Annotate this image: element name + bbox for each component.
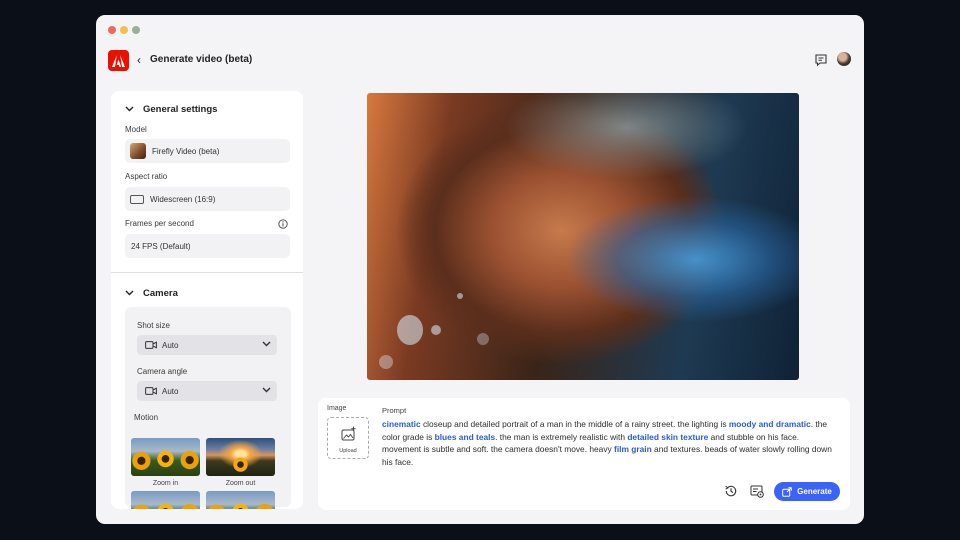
- aspect-ratio-picker[interactable]: Widescreen (16:9): [125, 187, 290, 211]
- camera-angle-label: Camera angle: [137, 367, 188, 376]
- prompt-keyword: cinematic: [382, 419, 421, 429]
- motion-option-thumbnail[interactable]: [206, 491, 275, 509]
- generate-button[interactable]: Generate: [774, 482, 840, 501]
- water-drop: [431, 325, 441, 335]
- water-drop: [457, 293, 463, 299]
- fps-label: Frames per second: [125, 219, 194, 228]
- model-picker[interactable]: Firefly Video (beta): [125, 139, 290, 163]
- chevron-down-icon: [125, 104, 137, 114]
- adobe-logo[interactable]: [108, 50, 129, 71]
- video-camera-icon: [145, 341, 157, 349]
- prompt-keyword: film grain: [614, 444, 652, 454]
- motion-option-label: Zoom in: [152, 480, 179, 487]
- aspect-ratio-label: Aspect ratio: [125, 172, 168, 181]
- divider: [111, 272, 303, 273]
- window-titlebar: [96, 15, 864, 45]
- generate-label: Generate: [797, 487, 832, 496]
- app-window: ‹ Generate video (beta) General settings…: [96, 15, 864, 524]
- camera-section-header[interactable]: Camera: [125, 288, 178, 299]
- motion-label: Motion: [134, 413, 159, 422]
- window-minimize-button[interactable]: [120, 26, 128, 34]
- image-upload-button[interactable]: Upload: [327, 417, 369, 459]
- window-maximize-button[interactable]: [132, 26, 140, 34]
- info-icon[interactable]: [278, 219, 288, 229]
- prompt-keyword: moody and dramatic: [728, 419, 811, 429]
- motion-zoom-out-thumbnail[interactable]: [206, 438, 275, 476]
- prompt-label: Prompt: [382, 406, 407, 415]
- window-close-button[interactable]: [108, 26, 116, 34]
- camera-angle-value: Auto: [162, 386, 179, 396]
- fps-picker[interactable]: 24 FPS (Default): [125, 234, 290, 258]
- app-header: ‹ Generate video (beta): [96, 45, 864, 85]
- settings-panel: General settings Model Firefly Video (be…: [111, 91, 303, 509]
- prompt-keyword: detailed skin texture: [627, 431, 709, 442]
- camera-angle-select[interactable]: Auto: [137, 381, 277, 401]
- water-drop: [397, 315, 423, 345]
- video-camera-icon: [145, 387, 157, 395]
- prompt-text: closeup and detailed portrait of a man i…: [420, 419, 729, 429]
- model-label: Model: [125, 125, 147, 134]
- prompt-settings-icon[interactable]: [750, 484, 764, 498]
- avatar[interactable]: [837, 52, 851, 66]
- upload-label: Upload: [339, 448, 357, 454]
- fps-value: 24 FPS (Default): [131, 241, 191, 251]
- general-settings-header[interactable]: General settings: [125, 104, 217, 115]
- motion-zoom-in-thumbnail[interactable]: [131, 438, 200, 476]
- aspect-ratio-value: Widescreen (16:9): [150, 194, 216, 204]
- chevron-down-icon: [262, 340, 271, 349]
- shot-size-value: Auto: [162, 340, 179, 350]
- video-preview[interactable]: [367, 93, 799, 380]
- general-settings-title: General settings: [143, 104, 218, 115]
- history-icon[interactable]: [724, 484, 738, 498]
- prompt-keyword: blues and teals: [434, 431, 496, 442]
- upload-image-icon: [341, 426, 356, 441]
- prompt-panel: Image Upload Prompt cinematic closeup an…: [318, 398, 850, 510]
- prompt-text: . the man is extremely realistic with: [495, 431, 628, 442]
- chevron-down-icon: [262, 386, 271, 395]
- page-title: Generate video (beta): [150, 54, 253, 65]
- model-thumbnail: [130, 143, 146, 159]
- image-label: Image: [327, 405, 347, 412]
- motion-option-thumbnail[interactable]: [131, 491, 200, 509]
- camera-section-title: Camera: [143, 288, 178, 299]
- motion-option-label: Zoom out: [225, 480, 256, 487]
- generate-icon: [782, 486, 792, 497]
- shot-size-select[interactable]: Auto: [137, 335, 277, 355]
- prompt-input[interactable]: cinematic closeup and detailed portrait …: [382, 418, 834, 468]
- chevron-left-icon[interactable]: ‹: [137, 53, 141, 67]
- model-value: Firefly Video (beta): [152, 146, 220, 156]
- water-drop: [379, 355, 393, 369]
- chevron-down-icon: [125, 288, 137, 298]
- widescreen-icon: [130, 194, 144, 204]
- feedback-icon[interactable]: [814, 53, 828, 67]
- water-drop: [477, 333, 489, 345]
- camera-settings-card: Shot size Auto Camera angle Auto Motion …: [125, 307, 291, 509]
- shot-size-label: Shot size: [137, 321, 170, 330]
